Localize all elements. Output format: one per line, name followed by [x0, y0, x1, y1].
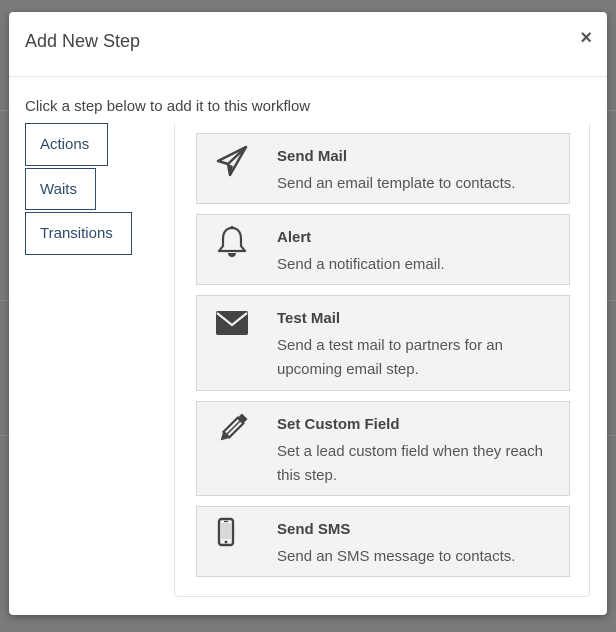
add-step-modal: Add New Step × Click a step below to add…: [9, 12, 607, 615]
step-send-mail[interactable]: Send Mail Send an email template to cont…: [196, 133, 570, 204]
step-description: Send a test mail to partners for an upco…: [277, 337, 503, 378]
step-set-custom-field[interactable]: Set Custom Field Set a lead custom field…: [196, 401, 570, 496]
step-send-sms[interactable]: Send SMS Send an SMS message to contacts…: [196, 506, 570, 577]
tab-transitions[interactable]: Transitions: [25, 212, 132, 255]
close-button[interactable]: ×: [580, 28, 592, 48]
step-title: Set Custom Field: [277, 416, 400, 433]
modal-header: Add New Step ×: [9, 12, 607, 77]
step-alert[interactable]: Alert Send a notification email.: [196, 214, 570, 285]
step-test-mail[interactable]: Test Mail Send a test mail to partners f…: [196, 295, 570, 391]
tab-actions[interactable]: Actions: [25, 123, 108, 166]
step-description: Set a lead custom field when they reach …: [277, 443, 543, 484]
tab-waits[interactable]: Waits: [25, 168, 96, 210]
step-title: Send Mail: [277, 148, 348, 165]
step-description: Send an SMS message to contacts.: [277, 548, 516, 565]
pencil-icon: [215, 412, 249, 446]
step-description: Send an email template to contacts.: [277, 175, 516, 192]
envelope-icon: [215, 306, 249, 340]
paper-plane-icon: [215, 144, 249, 178]
step-title: Send SMS: [277, 521, 351, 538]
instruction-text: Click a step below to add it to this wor…: [25, 98, 311, 115]
bell-icon: [215, 225, 249, 259]
modal-title: Add New Step: [25, 31, 141, 51]
mobile-phone-icon: [215, 517, 249, 551]
step-title: Test Mail: [277, 310, 341, 327]
step-description: Send a notification email.: [277, 256, 445, 273]
steps-panel: Send Mail Send an email template to cont…: [174, 124, 590, 597]
step-title: Alert: [277, 229, 312, 246]
